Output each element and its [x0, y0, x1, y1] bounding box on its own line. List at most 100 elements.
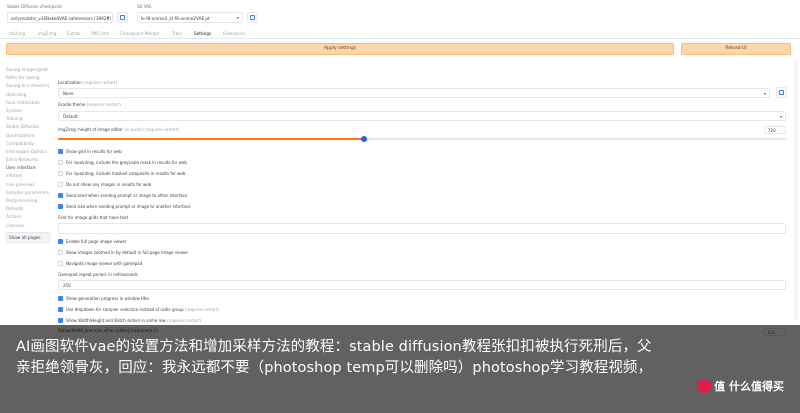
checkbox-show-grid[interactable]: Show grid in results for web [58, 149, 122, 154]
theme-label: Gradio theme (requires restart) [58, 102, 121, 107]
gamepad-input[interactable]: 250 [58, 280, 786, 290]
caption-overlay: AI画图软件vae的设置方法和增加采样方法的教程：stable diffusio… [0, 325, 800, 413]
checkbox-box[interactable] [58, 193, 63, 198]
checkbox-send-size[interactable]: Send size when sending prompt or image t… [58, 204, 190, 209]
sidebar-item[interactable]: Sampler parameters [6, 190, 50, 196]
localization-label: Localization (requires restart) [58, 80, 117, 85]
checkbox-label: Do not show any images in results for we… [66, 182, 152, 187]
tab-checkpoint-merger[interactable]: Checkpoint Merger [120, 31, 160, 36]
caption-text: AI画图软件vae的设置方法和增加采样方法的教程：stable diffusio… [16, 339, 653, 376]
checkbox-label: Show generation progress in window title… [66, 296, 151, 301]
tab-bar: txt2img img2img Extras PNG Info Checkpoi… [0, 29, 800, 39]
sidebar-item[interactable]: Saving images/grids [6, 67, 50, 73]
checkbox-full-page-viewer[interactable]: Enable full page image viewer [58, 239, 127, 244]
tab-train[interactable]: Train [172, 31, 182, 36]
refresh-checkpoint-button[interactable] [117, 12, 128, 23]
chevron-down-icon: ▾ [763, 91, 766, 96]
watermark: 值 什么值得买 [697, 378, 784, 394]
vae-label: SD VAE [137, 4, 152, 9]
sidebar-item-user-interface[interactable]: User interface [6, 166, 50, 171]
tab-txt2img[interactable]: txt2img [9, 31, 25, 36]
checkbox-same-row[interactable]: Show Width/Height and Batch sliders in s… [58, 318, 201, 323]
checkbox-box[interactable] [58, 171, 63, 176]
sidebar-item[interactable]: Defaults [6, 207, 50, 212]
checkbox-label: Show Width/Height and Batch sliders in s… [66, 318, 166, 323]
theme-note: (requires restart) [86, 102, 121, 107]
theme-select[interactable]: Default ▾ [58, 111, 786, 121]
font-input[interactable] [58, 223, 786, 234]
tab-img2img[interactable]: img2img [38, 31, 56, 36]
sidebar-item[interactable]: Saving to a directory [6, 84, 50, 89]
sidebar-item[interactable]: Extra Networks [6, 157, 50, 163]
sidebar-item[interactable]: Optimizations [6, 133, 50, 139]
checkbox-label: Send size when sending prompt or image t… [66, 204, 191, 209]
tab-extras[interactable]: Extras [67, 31, 80, 36]
checkbox-inpaint-mask[interactable]: For inpainting, include the greyscale ma… [58, 160, 187, 165]
watermark-text: 值 什么值得买 [714, 380, 784, 393]
sidebar-item[interactable]: Stable Diffusion [6, 125, 50, 130]
sidebar-item[interactable]: Licenses [6, 223, 50, 229]
sidebar-item[interactable]: Upscaling [6, 92, 50, 98]
checkpoint-label: Stable Diffusion checkpoint [7, 4, 62, 9]
checkbox-box[interactable] [58, 239, 63, 244]
checkbox-box[interactable] [58, 182, 63, 187]
localization-label-text: Localization [58, 80, 82, 85]
sidebar-item[interactable]: Postprocessing [6, 198, 50, 204]
height-slider-knob[interactable] [360, 136, 367, 142]
checkbox-gamepad[interactable]: Navigate image viewer with gamepad [58, 261, 142, 266]
checkbox-box[interactable] [58, 204, 63, 209]
checkbox-box[interactable] [58, 318, 63, 323]
sidebar-item[interactable]: Paths for saving [6, 76, 50, 81]
vae-value: kl-f8-anime2_kl-f8-anime2VAE.pt [141, 16, 210, 21]
checkbox-box[interactable] [58, 296, 63, 301]
checkbox-box[interactable] [58, 160, 63, 165]
height-slider[interactable] [58, 136, 786, 142]
checkbox-inpaint-composite[interactable]: For inpainting, include masked composite… [58, 171, 185, 176]
checkbox-box[interactable] [58, 149, 63, 154]
localization-value: None [63, 91, 74, 96]
chevron-down-icon: ▾ [106, 15, 109, 20]
checkbox-note: (requires restart) [167, 318, 202, 323]
tab-png-info[interactable]: PNG Info [91, 31, 109, 36]
sidebar-item[interactable]: Face restoration [6, 100, 50, 106]
sidebar-item[interactable]: Training [6, 117, 50, 122]
theme-label-text: Gradio theme [58, 102, 86, 107]
reload-ui-button[interactable]: Reload UI [681, 43, 791, 55]
checkbox-sampler-dropdown[interactable]: Use dropdown for sampler selection inste… [58, 307, 219, 312]
refresh-vae-button[interactable] [247, 12, 258, 23]
refresh-localization-button[interactable] [776, 87, 787, 98]
checkpoint-select[interactable]: onlyrealistic_v30BakedVAE.safetensors [3… [7, 12, 113, 23]
chevron-down-icon: ▾ [236, 15, 239, 20]
tab-settings[interactable]: Settings [194, 31, 211, 36]
checkbox-box[interactable] [58, 250, 63, 255]
localization-select[interactable]: None ▾ [58, 88, 770, 98]
checkbox-label: Enable full page image viewer [66, 239, 127, 244]
theme-value: Default [63, 114, 78, 119]
sidebar-item[interactable]: Live previews [6, 182, 50, 188]
checkbox-label: Use dropdown for sampler selection inste… [66, 307, 184, 312]
checkbox-box[interactable] [58, 261, 63, 266]
sidebar-item[interactable]: Actions [6, 215, 50, 220]
show-all-pages-button[interactable]: Show all pages [6, 231, 50, 243]
checkbox-label: Send seed when sending prompt or image t… [66, 193, 188, 198]
refresh-icon [120, 15, 125, 20]
checkbox-no-images[interactable]: Do not show any images in results for we… [58, 182, 151, 187]
sidebar-item[interactable]: Interrogate Options [6, 149, 50, 155]
sidebar-item[interactable]: Compatibility [6, 141, 50, 147]
checkbox-send-seed[interactable]: Send seed when sending prompt or image t… [58, 193, 187, 198]
sidebar-item[interactable]: Infotext [6, 174, 50, 179]
refresh-icon [250, 15, 255, 20]
scrollbar[interactable] [794, 60, 798, 320]
height-slider-fill [58, 138, 364, 140]
font-label: Font for image grids that have text [58, 215, 129, 220]
checkbox-zoomed-default[interactable]: Show images zoomed in by default in full… [58, 250, 188, 255]
checkbox-box[interactable] [58, 307, 63, 312]
tab-extensions[interactable]: Extensions [223, 31, 246, 36]
chevron-down-icon: ▾ [779, 114, 782, 119]
checkbox-label: Show grid in results for web [66, 149, 122, 154]
checkbox-progress-title[interactable]: Show generation progress in window title… [58, 296, 150, 301]
apply-settings-button[interactable]: Apply settings [6, 43, 674, 55]
height-number-input[interactable]: 720 [764, 126, 786, 134]
sidebar-item[interactable]: System [6, 108, 50, 114]
vae-select[interactable]: kl-f8-anime2_kl-f8-anime2VAE.pt ▾ [137, 12, 243, 23]
